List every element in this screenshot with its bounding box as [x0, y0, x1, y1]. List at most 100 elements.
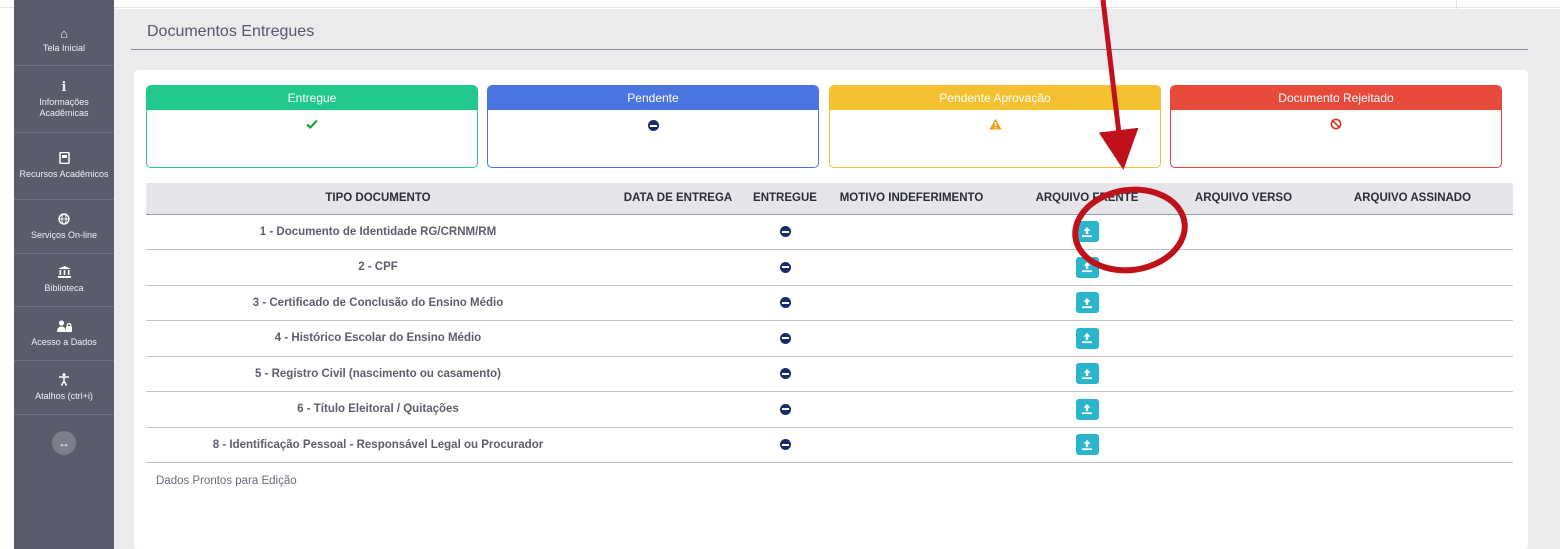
- upload-icon: [1082, 368, 1092, 379]
- cell-data-entrega: [610, 320, 746, 357]
- col-arquivo-frente: ARQUIVO FRENTE: [999, 183, 1175, 215]
- legend-label: Documento Rejeitado: [1171, 86, 1501, 110]
- table-row: 8 - Identificação Pessoal - Responsável …: [146, 427, 1513, 463]
- upload-icon: [1082, 404, 1092, 415]
- minus-circle-icon: [779, 403, 791, 415]
- cell-data-entrega: [610, 285, 746, 321]
- sidebar-item-servicos-online[interactable]: Serviços On-line: [14, 200, 114, 254]
- upload-frente-button[interactable]: [1075, 256, 1099, 278]
- sidebar-item-recursos-academicos[interactable]: Recursos Acadêmicos: [14, 133, 114, 200]
- cell-data-entrega: [610, 249, 746, 286]
- cell-arquivo-frente: [999, 249, 1175, 286]
- table-row: 2 - CPF: [146, 249, 1513, 286]
- cell-tipo-documento: 5 - Registro Civil (nascimento ou casame…: [146, 356, 610, 392]
- minus-circle-icon: [779, 226, 791, 238]
- upload-frente-button[interactable]: [1075, 363, 1099, 385]
- cell-entregue: [746, 391, 824, 428]
- cell-arquivo-assinado: [1312, 356, 1513, 392]
- cell-entregue: [746, 214, 824, 250]
- upload-icon: [1082, 439, 1092, 450]
- cell-entregue: [746, 356, 824, 392]
- sidebar-item-acesso-a-dados[interactable]: Acesso a Dados: [14, 307, 114, 361]
- sidebar-item-label: Recursos Acadêmicos: [19, 169, 109, 179]
- table-row: 4 - Histórico Escolar do Ensino Médio: [146, 320, 1513, 357]
- library-icon: [57, 266, 71, 281]
- expand-arrows-icon: ↔: [58, 436, 70, 450]
- col-arquivo-verso: ARQUIVO VERSO: [1175, 183, 1312, 215]
- sidebar-item-label: Informações Acadêmicas: [39, 96, 89, 118]
- ban-icon: [1171, 118, 1501, 133]
- cell-arquivo-verso: [1175, 320, 1312, 357]
- cell-data-entrega: [610, 427, 746, 463]
- cell-motivo-indeferimento: [824, 427, 999, 463]
- cell-arquivo-frente: [999, 356, 1175, 392]
- cell-data-entrega: [610, 214, 746, 250]
- sidebar-item-label: Tela Inicial: [42, 42, 86, 53]
- cell-arquivo-assinado: [1312, 214, 1513, 250]
- cell-motivo-indeferimento: [824, 356, 999, 392]
- book-icon: [58, 151, 70, 167]
- info-icon: i: [61, 79, 67, 95]
- home-icon: ⌂: [60, 25, 68, 41]
- cell-arquivo-assinado: [1312, 249, 1513, 286]
- table-row: 5 - Registro Civil (nascimento ou casame…: [146, 356, 1513, 392]
- accessibility-icon: [58, 373, 70, 389]
- cell-entregue: [746, 427, 824, 463]
- cell-arquivo-verso: [1175, 427, 1312, 463]
- legend-entregue: Entregue: [146, 85, 478, 168]
- cell-data-entrega: [610, 391, 746, 428]
- sidebar-item-tela-inicial[interactable]: ⌂ Tela Inicial: [14, 14, 114, 66]
- cell-arquivo-verso: [1175, 214, 1312, 250]
- col-arquivo-assinado: ARQUIVO ASSINADO: [1312, 183, 1513, 215]
- minus-circle-icon: [779, 368, 791, 380]
- upload-icon: [1082, 262, 1092, 273]
- legend-pendente-aprovacao: Pendente Aprovação: [829, 85, 1161, 168]
- cell-arquivo-verso: [1175, 356, 1312, 392]
- sidebar: ⌂ Tela Inicial i Informações Acadêmicas …: [14, 0, 114, 549]
- cell-motivo-indeferimento: [824, 391, 999, 428]
- check-icon: [147, 118, 477, 132]
- cell-arquivo-assinado: [1312, 427, 1513, 463]
- cell-arquivo-assinado: [1312, 391, 1513, 428]
- cell-motivo-indeferimento: [824, 214, 999, 250]
- col-motivo-indeferimento: MOTIVO INDEFERIMENTO: [824, 183, 999, 215]
- globe-icon: [58, 212, 70, 228]
- sidebar-item-label: Atalhos (ctrl+i): [35, 391, 93, 401]
- sidebar-item-label: Acesso a Dados: [31, 336, 97, 347]
- legend-label: Entregue: [147, 86, 477, 110]
- cell-arquivo-frente: [999, 427, 1175, 463]
- documents-card: Entregue Pendente Pendente Aprovação Doc…: [134, 70, 1528, 549]
- col-data-entrega: DATA DE ENTREGA: [610, 183, 746, 215]
- upload-frente-button[interactable]: [1075, 434, 1099, 456]
- minus-circle-icon: [779, 297, 791, 309]
- cell-arquivo-verso: [1175, 249, 1312, 286]
- legend-documento-rejeitado: Documento Rejeitado: [1170, 85, 1502, 168]
- sidebar-item-atalhos[interactable]: Atalhos (ctrl+i): [14, 361, 114, 415]
- upload-frente-button[interactable]: [1075, 327, 1099, 349]
- cell-arquivo-verso: [1175, 391, 1312, 428]
- cell-arquivo-frente: [999, 214, 1175, 250]
- table-header-row: TIPO DOCUMENTO DATA DE ENTREGA ENTREGUE …: [146, 183, 1513, 215]
- upload-icon: [1082, 297, 1092, 308]
- cell-data-entrega: [610, 356, 746, 392]
- cell-entregue: [746, 320, 824, 357]
- minus-circle-icon: [779, 332, 791, 344]
- cell-arquivo-frente: [999, 391, 1175, 428]
- sidebar-item-biblioteca[interactable]: Biblioteca: [14, 254, 114, 307]
- main-content: Documentos Entregues Entregue Pendente P…: [114, 9, 1560, 549]
- cell-tipo-documento: 4 - Histórico Escolar do Ensino Médio: [146, 320, 610, 357]
- cell-arquivo-assinado: [1312, 320, 1513, 357]
- cell-entregue: [746, 285, 824, 321]
- upload-frente-button[interactable]: [1075, 398, 1099, 420]
- documents-table: TIPO DOCUMENTO DATA DE ENTREGA ENTREGUE …: [146, 183, 1513, 463]
- upload-frente-button[interactable]: [1075, 221, 1099, 243]
- sidebar-item-informacoes-academicas[interactable]: i Informações Acadêmicas: [14, 66, 114, 133]
- sidebar-toggle-button[interactable]: ↔: [52, 431, 76, 455]
- cell-motivo-indeferimento: [824, 320, 999, 357]
- cell-motivo-indeferimento: [824, 285, 999, 321]
- status-message: Dados Prontos para Edição: [156, 475, 297, 487]
- upload-frente-button[interactable]: [1075, 292, 1099, 314]
- cell-tipo-documento: 6 - Título Eleitoral / Quitações: [146, 391, 610, 428]
- page-title: Documentos Entregues: [147, 23, 315, 40]
- col-tipo-documento: TIPO DOCUMENTO: [146, 183, 610, 215]
